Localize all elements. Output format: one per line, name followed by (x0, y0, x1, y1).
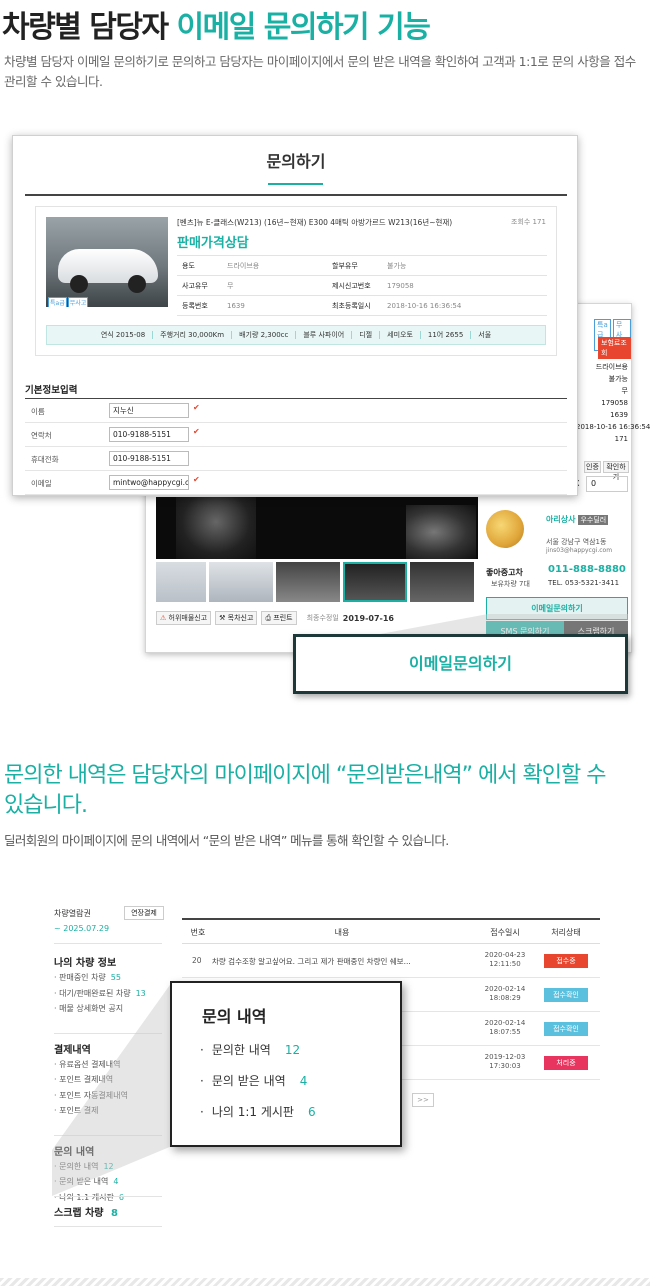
field-label: 이메일 (31, 479, 52, 488)
spec-row: 등록번호 1639 최초등록일시 2018-10-16 16:36:54 (177, 296, 547, 316)
spec-label2: 최초등록일시 (332, 301, 371, 310)
spec-value2: 불가능 (387, 261, 407, 270)
popup-item-count: 6 (307, 1105, 316, 1119)
bar-item: 11어 2655 (427, 331, 464, 339)
field-label: 휴대전화 (31, 455, 59, 464)
spec-label: 용도 (182, 261, 195, 270)
field-input[interactable]: 지누신 (109, 403, 189, 418)
spec-label2: 제시신고번호 (332, 281, 371, 290)
email-inquiry-callout: 이메일문의하기 (293, 634, 628, 694)
title-underline (268, 183, 323, 185)
title-divider (25, 194, 567, 196)
bar-item: 서울 (478, 331, 492, 339)
form-row: 휴대전화 010-9188-5151 (25, 447, 567, 471)
spec-value2: 2018-10-16 16:36:54 (387, 301, 462, 310)
inquiry-form-title: 문의하기 (266, 152, 326, 171)
view-count: 조회수 171 (511, 218, 546, 226)
bar-separator (351, 331, 353, 339)
popup-bullet: · (200, 1074, 204, 1088)
bar-separator (379, 331, 381, 339)
bar-item: 세미오토 (387, 331, 413, 339)
popup-item-label: 문의한 내역 (211, 1043, 271, 1057)
spec-value: 무 (227, 281, 234, 290)
section2-description: 딜러회원의 마이페이지에 문의 내역에서 “문의 받은 내역” 메뉴를 통해 확… (4, 833, 449, 848)
form-row: 이름 지누신 ✔ (25, 399, 567, 423)
price-consult-title: 판매가격상담 (177, 236, 249, 251)
bar-separator (295, 331, 297, 339)
bar-separator (470, 331, 472, 339)
spec-label2: 할부유무 (332, 261, 358, 270)
bar-separator (231, 331, 233, 339)
bar-item: 주행거리 30,000Km (160, 331, 225, 339)
spec-row: 용도 드라이브용 할부유무 불가능 (177, 256, 547, 276)
spec-table: 용도 드라이브용 할부유무 불가능사고유무 무 제시신고번호 179058 등록번호 1639 최… (177, 255, 547, 316)
bar-item: 배기량 2,300cc (239, 331, 289, 339)
required-check-icon: ✔ (193, 403, 200, 412)
car-photo: 특a급 무사고 (46, 217, 168, 307)
field-input[interactable]: 010-9188-5151 (109, 427, 189, 442)
spec-label: 사고유무 (182, 281, 208, 290)
bottom-stripe (0, 1278, 650, 1286)
required-check-icon: ✔ (193, 475, 200, 484)
popup-title: 문의 내역 (202, 1007, 267, 1026)
inquiry-form-card: 문의하기 특a급 무사고 [벤츠]뉴 E-클래스(W213) (16년~현재) … (12, 135, 578, 496)
car-name: [벤츠]뉴 E-클래스(W213) (16년~현재) E300 4매틱 아방가르… (177, 218, 453, 227)
tag-no-accident: 무사고 (67, 297, 89, 307)
popup-item-label: 문의 받은 내역 (211, 1074, 286, 1088)
bar-item: 디젤 (359, 331, 373, 339)
popup-items: · 문의한 내역 12 · 문의 받은 내역 4 · 나의 1:1 게시판 6 (200, 1041, 316, 1134)
spec-row: 사고유무 무 제시신고번호 179058 (177, 276, 547, 296)
field-label: 이름 (31, 407, 45, 416)
popup-item-count: 4 (299, 1074, 308, 1088)
popup-item-label: 나의 1:1 게시판 (211, 1105, 294, 1119)
spec-label: 등록번호 (182, 301, 208, 310)
popup-item-count: 12 (284, 1043, 301, 1057)
popup-bullet: · (200, 1105, 204, 1119)
section2-title: 문의한 내역은 담당자의 마이페이지에 “문의받은내역” 에서 확인할 수 있습… (4, 763, 606, 818)
tag-premium: 특a급 (48, 297, 67, 307)
popup-item[interactable]: · 문의한 내역 12 (200, 1041, 316, 1072)
field-input[interactable]: 010-9188-5151 (109, 451, 189, 466)
spec-value2: 179058 (387, 281, 414, 290)
bar-item: 블루 사파이어 (303, 331, 345, 339)
bar-separator (419, 331, 421, 339)
spec-value: 1639 (227, 301, 245, 310)
popup-item[interactable]: · 나의 1:1 게시판 6 (200, 1103, 316, 1134)
form-row: 이메일 mintwo@happycgi.com ✔ (25, 471, 567, 495)
popup-bullet: · (200, 1043, 204, 1057)
field-input[interactable]: mintwo@happycgi.com (109, 475, 189, 490)
popup-item[interactable]: · 문의 받은 내역 4 (200, 1072, 316, 1103)
form-row: 연락처 010-9188-5151 ✔ (25, 423, 567, 447)
basic-info-form: 이름 지누신 ✔ 연락처 010-9188-5151 ✔ 휴대전화 010-9188-5151… (25, 399, 567, 495)
basic-info-title: 기본정보입력 (25, 385, 78, 396)
bar-item: 연식 2015-08 (100, 331, 146, 339)
bar-separator (152, 331, 154, 339)
car-summary: 특a급 무사고 [벤츠]뉴 E-클래스(W213) (16년~현재) E300 … (35, 206, 557, 356)
required-check-icon: ✔ (193, 427, 200, 436)
car-info-bar: 연식 2015-08 주행거리 30,000Km 배기량 2,300cc 블루 사파이… (46, 325, 546, 345)
field-label: 연락처 (31, 431, 52, 440)
inquiry-zoom-popup: 문의 내역 · 문의한 내역 12 · 문의 받은 내역 4 · 나의 1:1 게시판 6 (170, 981, 402, 1147)
page: 차량별 담당자 이메일 문의하기 기능 차량별 담당자 이메일 문의하기로 문의… (0, 0, 650, 1286)
spec-value: 드라이브용 (227, 261, 260, 270)
